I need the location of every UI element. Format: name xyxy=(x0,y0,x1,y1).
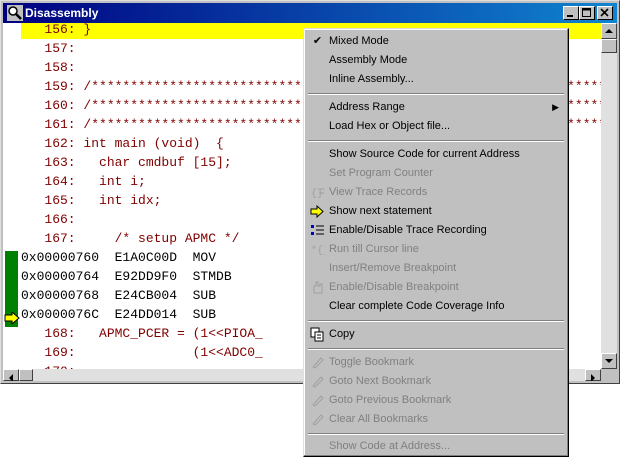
arrow-left-icon xyxy=(9,374,13,381)
hand-icon xyxy=(313,281,323,294)
menu-item-clear-all-bookmarks[interactable]: Clear All Bookmarks xyxy=(307,410,565,429)
window-title: Disassembly xyxy=(25,6,99,20)
menu-item-goto-next-bookmark[interactable]: Goto Next Bookmark xyxy=(307,372,565,391)
bookmark-previous-icon xyxy=(312,395,324,407)
menu-item-view-trace[interactable]: {} View Trace Records xyxy=(307,183,565,202)
minimize-icon xyxy=(567,15,573,17)
checkmark-icon: ✔ xyxy=(312,35,323,47)
hscroll-thumb[interactable] xyxy=(19,369,33,381)
menu-item-show-source[interactable]: Show Source Code for current Address xyxy=(307,145,565,164)
submenu-arrow-icon: ▶ xyxy=(552,102,559,112)
arrow-up-icon xyxy=(605,29,613,33)
close-icon xyxy=(600,8,609,17)
copy-icon xyxy=(310,327,324,342)
coverage-mark xyxy=(5,289,18,308)
source-line[interactable]: 157: xyxy=(21,39,75,58)
trace-records-icon: {} xyxy=(311,188,324,200)
menu-item-enable-trace[interactable]: Enable/Disable Trace Recording xyxy=(307,221,565,240)
scroll-thumb[interactable] xyxy=(601,39,617,53)
scroll-down-button[interactable] xyxy=(601,353,617,369)
menu-separator xyxy=(308,433,564,435)
menu-item-clear-coverage[interactable]: Clear complete Code Coverage Info xyxy=(307,297,565,316)
menu-separator xyxy=(308,140,564,142)
close-button[interactable] xyxy=(597,6,613,20)
asm-line[interactable]: 0x00000764 E92DD9F0 STMDB xyxy=(21,267,232,286)
svg-text:{}: {} xyxy=(311,188,323,200)
menu-item-assembly-mode[interactable]: Assembly Mode xyxy=(307,51,565,70)
menu-item-set-program-counter[interactable]: Set Program Counter xyxy=(307,164,565,183)
menu-item-enable-breakpoint[interactable]: Enable/Disable Breakpoint xyxy=(307,278,565,297)
arrow-right-icon xyxy=(591,374,595,381)
magnifier-icon xyxy=(7,5,23,21)
menu-separator xyxy=(308,348,564,350)
source-line[interactable]: 158: xyxy=(21,58,75,77)
minimize-button[interactable] xyxy=(563,6,579,20)
menu-item-toggle-bookmark[interactable]: Toggle Bookmark xyxy=(307,353,565,372)
trace-recording-icon xyxy=(311,225,324,235)
vertical-scrollbar[interactable] xyxy=(601,23,617,369)
svg-text:*{}: *{} xyxy=(311,245,325,257)
context-menu: ✔ Mixed Mode Assembly Mode Inline Assemb… xyxy=(303,28,569,457)
bookmark-next-icon xyxy=(312,376,324,388)
arrow-down-icon xyxy=(605,359,613,363)
menu-item-address-range[interactable]: Address Range ▶ xyxy=(307,98,565,117)
source-line[interactable]: 167: /* setup APMC */ xyxy=(21,229,239,248)
scroll-up-button[interactable] xyxy=(601,23,617,39)
menu-item-inline-assembly[interactable]: Inline Assembly... xyxy=(307,70,565,89)
menu-item-load-hex[interactable]: Load Hex or Object file... xyxy=(307,117,565,136)
menu-separator xyxy=(308,93,564,95)
asm-line[interactable]: 0x0000076C E24DD014 SUB xyxy=(21,305,216,324)
maximize-button[interactable] xyxy=(579,6,595,20)
asm-line[interactable]: 0x00000760 E1A0C00D MOV xyxy=(21,248,216,267)
source-line[interactable]: 170: xyxy=(21,362,75,369)
arrow-right-icon xyxy=(310,204,324,219)
menu-item-show-code-at-address[interactable]: Show Code at Address... xyxy=(307,437,565,456)
scroll-left-button[interactable] xyxy=(3,369,19,381)
menu-item-goto-previous-bookmark[interactable]: Goto Previous Bookmark xyxy=(307,391,565,410)
scroll-right-button[interactable] xyxy=(585,369,601,381)
coverage-mark xyxy=(5,270,18,289)
maximize-icon xyxy=(582,8,591,17)
bookmark-clear-icon xyxy=(312,414,324,426)
title-bar[interactable]: Disassembly xyxy=(3,3,617,23)
run-cursor-icon: *{} xyxy=(311,245,325,257)
asm-line[interactable]: 0x00000768 E24CB004 SUB xyxy=(21,286,216,305)
menu-item-show-next-statement[interactable]: Show next statement xyxy=(307,202,565,221)
menu-item-mixed-mode[interactable]: ✔ Mixed Mode xyxy=(307,32,565,51)
current-statement-arrow-icon xyxy=(4,312,20,324)
bookmark-icon xyxy=(312,357,324,369)
menu-item-run-till-cursor[interactable]: *{} Run till Cursor line xyxy=(307,240,565,259)
source-line[interactable]: 166: xyxy=(21,210,75,229)
coverage-gutter[interactable] xyxy=(3,23,21,369)
menu-item-copy[interactable]: Copy xyxy=(307,325,565,344)
coverage-mark xyxy=(5,251,18,270)
menu-separator xyxy=(308,320,564,322)
scrollbar-corner xyxy=(601,369,617,381)
menu-item-insert-breakpoint[interactable]: Insert/Remove Breakpoint xyxy=(307,259,565,278)
